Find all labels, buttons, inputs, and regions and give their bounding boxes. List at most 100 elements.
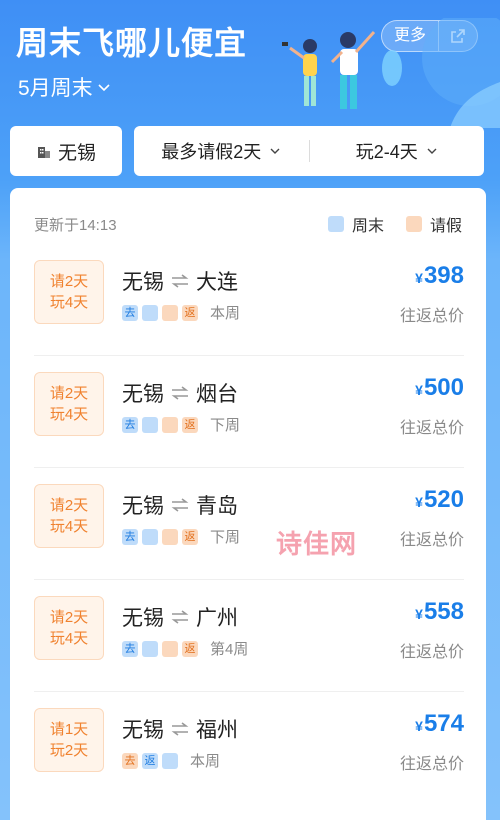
legend: 周末 请假 [327, 212, 462, 236]
day-strip: 去 返 下周 [122, 526, 240, 547]
route: 无锡 广州 [122, 602, 238, 632]
route: 无锡 福州 [122, 714, 238, 744]
currency-symbol: ¥ [415, 270, 423, 286]
origin-city-filter[interactable]: 无锡 [10, 126, 122, 176]
leave-play-badge: 请1天 玩2天 [34, 708, 104, 772]
leave-play-badge: 请2天 玩4天 [34, 484, 104, 548]
watermark: 诗佳网 [276, 529, 358, 559]
deal-row[interactable]: 请1天 玩2天 无锡 福州 去 返 本周 ¥574 往返总价 [34, 692, 464, 804]
price-label: 往返总价 [399, 420, 464, 437]
legend-weekend-label: 周末 [351, 218, 384, 235]
week-label: 下周 [210, 529, 241, 546]
trip-length-filter[interactable]: 玩2-4天 [310, 138, 485, 164]
day-leave [162, 528, 178, 545]
day-leave-return: 返 [182, 416, 198, 433]
badge-play-days: 玩2天 [49, 742, 89, 759]
price-label: 往返总价 [399, 532, 464, 549]
day-weekend [142, 416, 158, 433]
deal-row[interactable]: 请2天 玩4天 无锡 大连 去 返 本周 ¥398 往返总价 [34, 244, 464, 356]
building-icon [37, 147, 50, 158]
week-label: 下周 [210, 417, 241, 434]
leave-play-badge: 请2天 玩4天 [34, 260, 104, 324]
leave-swatch [405, 216, 422, 232]
price-value: 558 [423, 598, 464, 625]
badge-play-days: 玩4天 [49, 518, 89, 535]
price-label: 往返总价 [399, 644, 464, 661]
day-leave [162, 640, 178, 657]
leave-days-label: 最多请假2天 [161, 142, 262, 162]
day-weekend [162, 752, 178, 769]
day-leave-return: 返 [182, 528, 198, 545]
day-weekend-depart: 去 [122, 416, 138, 433]
day-leave [162, 304, 178, 321]
price: ¥520 [415, 486, 464, 514]
deal-row[interactable]: 请2天 玩4天 无锡 青岛 去 返 下周 ¥520 往返总价 [34, 468, 464, 580]
badge-play-days: 玩4天 [49, 406, 89, 423]
badge-leave-days: 请2天 [49, 609, 89, 626]
deal-row[interactable]: 请2天 玩4天 无锡 烟台 去 返 下周 ¥500 往返总价 [34, 356, 464, 468]
badge-leave-days: 请1天 [49, 721, 89, 738]
badge-play-days: 玩4天 [49, 294, 89, 311]
round-trip-arrows-icon [171, 498, 189, 512]
day-strip: 去 返 本周 [122, 750, 220, 771]
price-value: 574 [423, 710, 464, 737]
day-strip: 去 返 本周 [122, 302, 240, 323]
leave-days-filter[interactable]: 最多请假2天 [134, 138, 309, 164]
round-trip-arrows-icon [171, 722, 189, 736]
chevron-down-icon [427, 148, 437, 154]
route-destination: 广州 [196, 607, 238, 630]
day-weekend-depart: 去 [122, 528, 138, 545]
filter-bar: 最多请假2天 玩2-4天 [134, 126, 484, 176]
legend-leave: 请假 [405, 212, 462, 236]
currency-symbol: ¥ [415, 382, 423, 398]
week-label: 第4周 [210, 641, 249, 658]
origin-city-label: 无锡 [57, 142, 96, 164]
page-title: 周末飞哪儿便宜 [16, 25, 248, 61]
day-leave-return: 返 [182, 304, 198, 321]
legend-leave-label: 请假 [429, 218, 462, 235]
route-destination: 烟台 [196, 383, 238, 406]
route: 无锡 烟台 [122, 378, 238, 408]
currency-symbol: ¥ [415, 494, 423, 510]
week-label: 本周 [210, 305, 241, 322]
day-weekend [142, 528, 158, 545]
route: 无锡 青岛 [122, 490, 238, 520]
badge-leave-days: 请2天 [49, 273, 89, 290]
day-weekend-depart: 去 [122, 304, 138, 321]
price: ¥500 [415, 374, 464, 402]
leave-play-badge: 请2天 玩4天 [34, 372, 104, 436]
leave-play-badge: 请2天 玩4天 [34, 596, 104, 660]
month-selector[interactable]: 5月周末 [18, 72, 111, 102]
day-weekend-depart: 去 [122, 640, 138, 657]
day-leave [162, 416, 178, 433]
day-leave-depart: 去 [122, 752, 138, 769]
round-trip-arrows-icon [171, 274, 189, 288]
badge-play-days: 玩4天 [49, 630, 89, 647]
price-label: 往返总价 [399, 756, 464, 773]
price-value: 520 [423, 486, 464, 513]
currency-symbol: ¥ [415, 718, 423, 734]
month-selector-label: 5月周末 [18, 77, 93, 100]
round-trip-arrows-icon [171, 386, 189, 400]
route-origin: 无锡 [122, 271, 164, 294]
currency-symbol: ¥ [415, 606, 423, 622]
day-leave-return: 返 [182, 640, 198, 657]
route-destination: 青岛 [196, 495, 238, 518]
price-label: 往返总价 [399, 308, 464, 325]
price-value: 398 [423, 262, 464, 289]
travelers-illustration [282, 18, 500, 128]
price: ¥398 [415, 262, 464, 290]
route-destination: 大连 [196, 271, 238, 294]
day-weekend [142, 640, 158, 657]
price-value: 500 [423, 374, 464, 401]
day-strip: 去 返 下周 [122, 414, 240, 435]
deal-row[interactable]: 请2天 玩4天 无锡 广州 去 返 第4周 ¥558 往返总价 [34, 580, 464, 692]
deals-card: 更新于14:13 周末 请假 请2天 玩4天 无锡 大连 去 返 本周 ¥398 [10, 188, 486, 820]
updated-time: 更新于14:13 [34, 217, 117, 234]
route-destination: 福州 [196, 719, 238, 742]
route-origin: 无锡 [122, 383, 164, 406]
legend-weekend: 周末 [327, 212, 384, 236]
chevron-down-icon [98, 84, 110, 92]
route-origin: 无锡 [122, 495, 164, 518]
route: 无锡 大连 [122, 266, 238, 296]
